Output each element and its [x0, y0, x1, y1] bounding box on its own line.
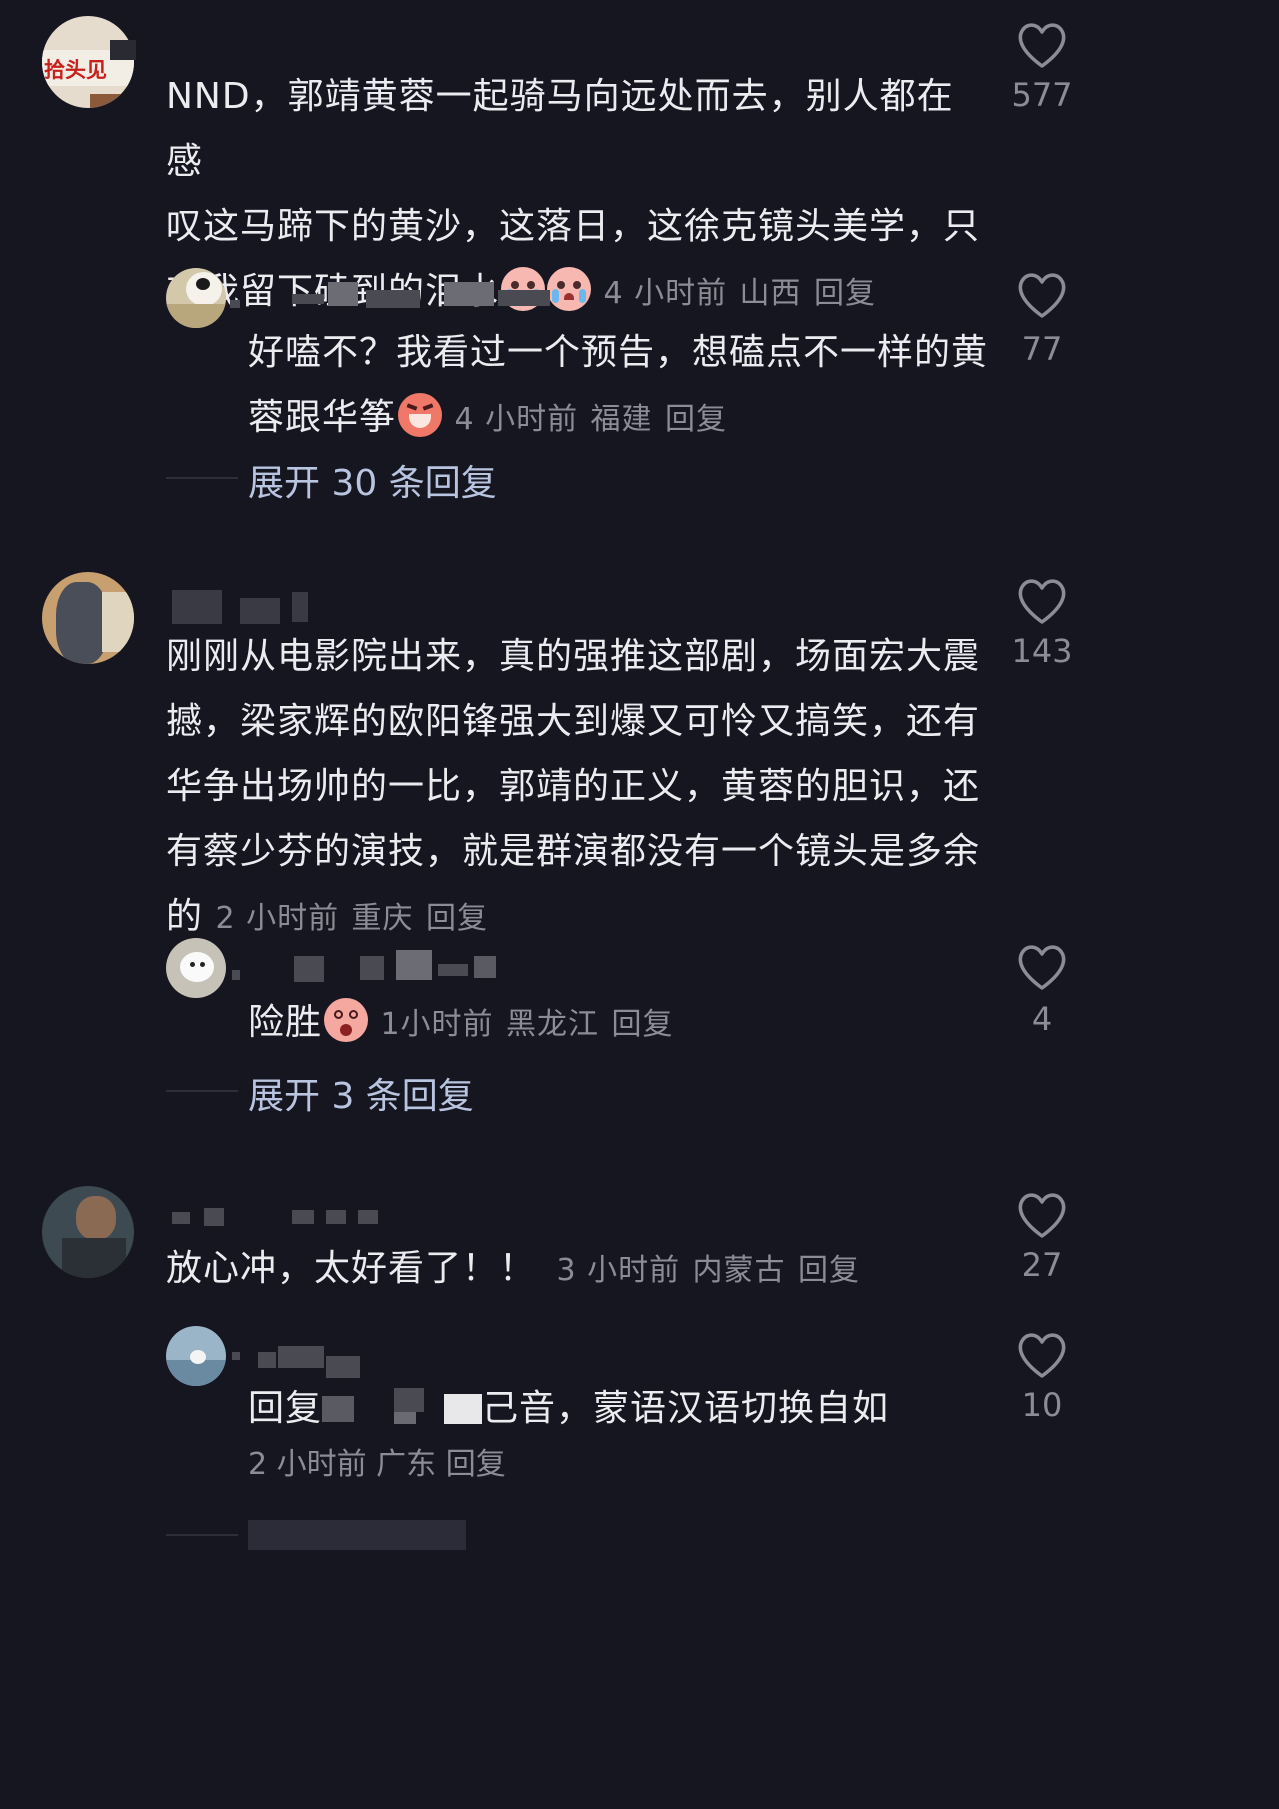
comment-location: 内蒙古	[692, 1253, 786, 1288]
expand-redacted	[248, 1520, 466, 1550]
like-button[interactable]	[1002, 16, 1082, 76]
comment-time: 4 小时前	[603, 276, 728, 311]
comment-text: NND，郭靖黄蓉一起骑马向远处而去，别人都在感 叹这马蹄下的黄沙，这落日，这徐克…	[166, 76, 981, 312]
reply-button[interactable]: 回复	[611, 1007, 673, 1042]
comment-text: 放心冲，太好看了！！ 3 小时前 内蒙古 回复	[166, 1248, 860, 1289]
reply-meta: 2 小时前 广东 回复	[248, 1440, 506, 1490]
reply-button[interactable]: 回复	[798, 1253, 860, 1288]
avatar[interactable]	[166, 938, 226, 998]
reply-button[interactable]: 回复	[426, 901, 488, 936]
reply-time: 4 小时前	[454, 402, 579, 437]
avatar[interactable]	[166, 1326, 226, 1386]
avatar[interactable]: 拾头见	[42, 16, 134, 108]
comment-location: 山西	[739, 276, 802, 311]
comment-time: 3 小时前	[556, 1253, 681, 1288]
heart-outline-icon	[1018, 1193, 1066, 1238]
like-count: 4	[1031, 1000, 1053, 1038]
like-button[interactable]	[1002, 1326, 1082, 1386]
like-button[interactable]	[1002, 1186, 1082, 1246]
avatar[interactable]	[42, 572, 134, 664]
reply-text: 回复 己音，蒙语汉语切换自如	[248, 1388, 890, 1429]
reply-text: 险胜 1小时前 黑龙江 回复	[248, 990, 988, 1057]
heart-outline-icon	[1018, 945, 1066, 990]
laughing-emoji	[398, 393, 443, 437]
divider	[166, 1090, 238, 1092]
avatar[interactable]	[166, 268, 226, 328]
like-button[interactable]	[1002, 572, 1082, 632]
like-count: 10	[1021, 1386, 1063, 1424]
comment-time: 2 小时前	[215, 901, 340, 936]
heart-outline-icon	[1018, 579, 1066, 624]
divider	[166, 1534, 238, 1536]
avatar[interactable]	[42, 1186, 134, 1278]
expand-replies-button[interactable]: 展开 30 条回复	[248, 454, 497, 506]
username-redacted	[232, 1352, 240, 1360]
username-redacted	[172, 1212, 190, 1224]
like-button[interactable]	[1002, 938, 1082, 998]
username-redacted	[230, 300, 240, 308]
avatar-label: 拾头见	[44, 57, 107, 82]
reply-time: 1小时前	[380, 1007, 494, 1042]
heart-outline-icon	[1018, 273, 1066, 318]
like-count: 143	[1011, 632, 1073, 670]
expand-replies-button[interactable]: 展开 3 条回复	[248, 1067, 474, 1119]
heart-outline-icon	[1018, 1333, 1066, 1378]
heart-outline-icon	[1018, 23, 1066, 68]
reply-location: 黑龙江	[506, 1007, 600, 1042]
reply-button[interactable]: 回复	[665, 402, 727, 437]
reply-button[interactable]: 回复	[446, 1447, 506, 1482]
mention-redacted	[322, 1388, 483, 1424]
username-redacted	[232, 970, 240, 980]
reply-text: 好嗑不？我看过一个预告，想磕点不一样的黄 蓉跟华筝 4 小时前 福建 回复	[248, 332, 989, 438]
crying-emoji	[547, 267, 592, 311]
reply-location: 广东	[376, 1447, 437, 1482]
username-redacted	[172, 590, 222, 624]
comment-text: 刚刚从电影院出来，真的强推这部剧，场面宏大震 撼，梁家辉的欧阳锋强大到爆又可怜又…	[166, 636, 981, 937]
reply-button[interactable]: 回复	[814, 276, 876, 311]
like-count: 577	[1011, 76, 1073, 114]
reply-time: 2 小时前	[248, 1447, 367, 1482]
comment-location: 重庆	[351, 901, 414, 936]
divider	[166, 477, 238, 479]
like-count: 27	[1021, 1246, 1063, 1284]
like-count: 77	[1021, 330, 1063, 368]
reply-location: 福建	[590, 402, 653, 437]
nervous-emoji	[324, 998, 369, 1042]
like-button[interactable]	[1002, 266, 1082, 326]
